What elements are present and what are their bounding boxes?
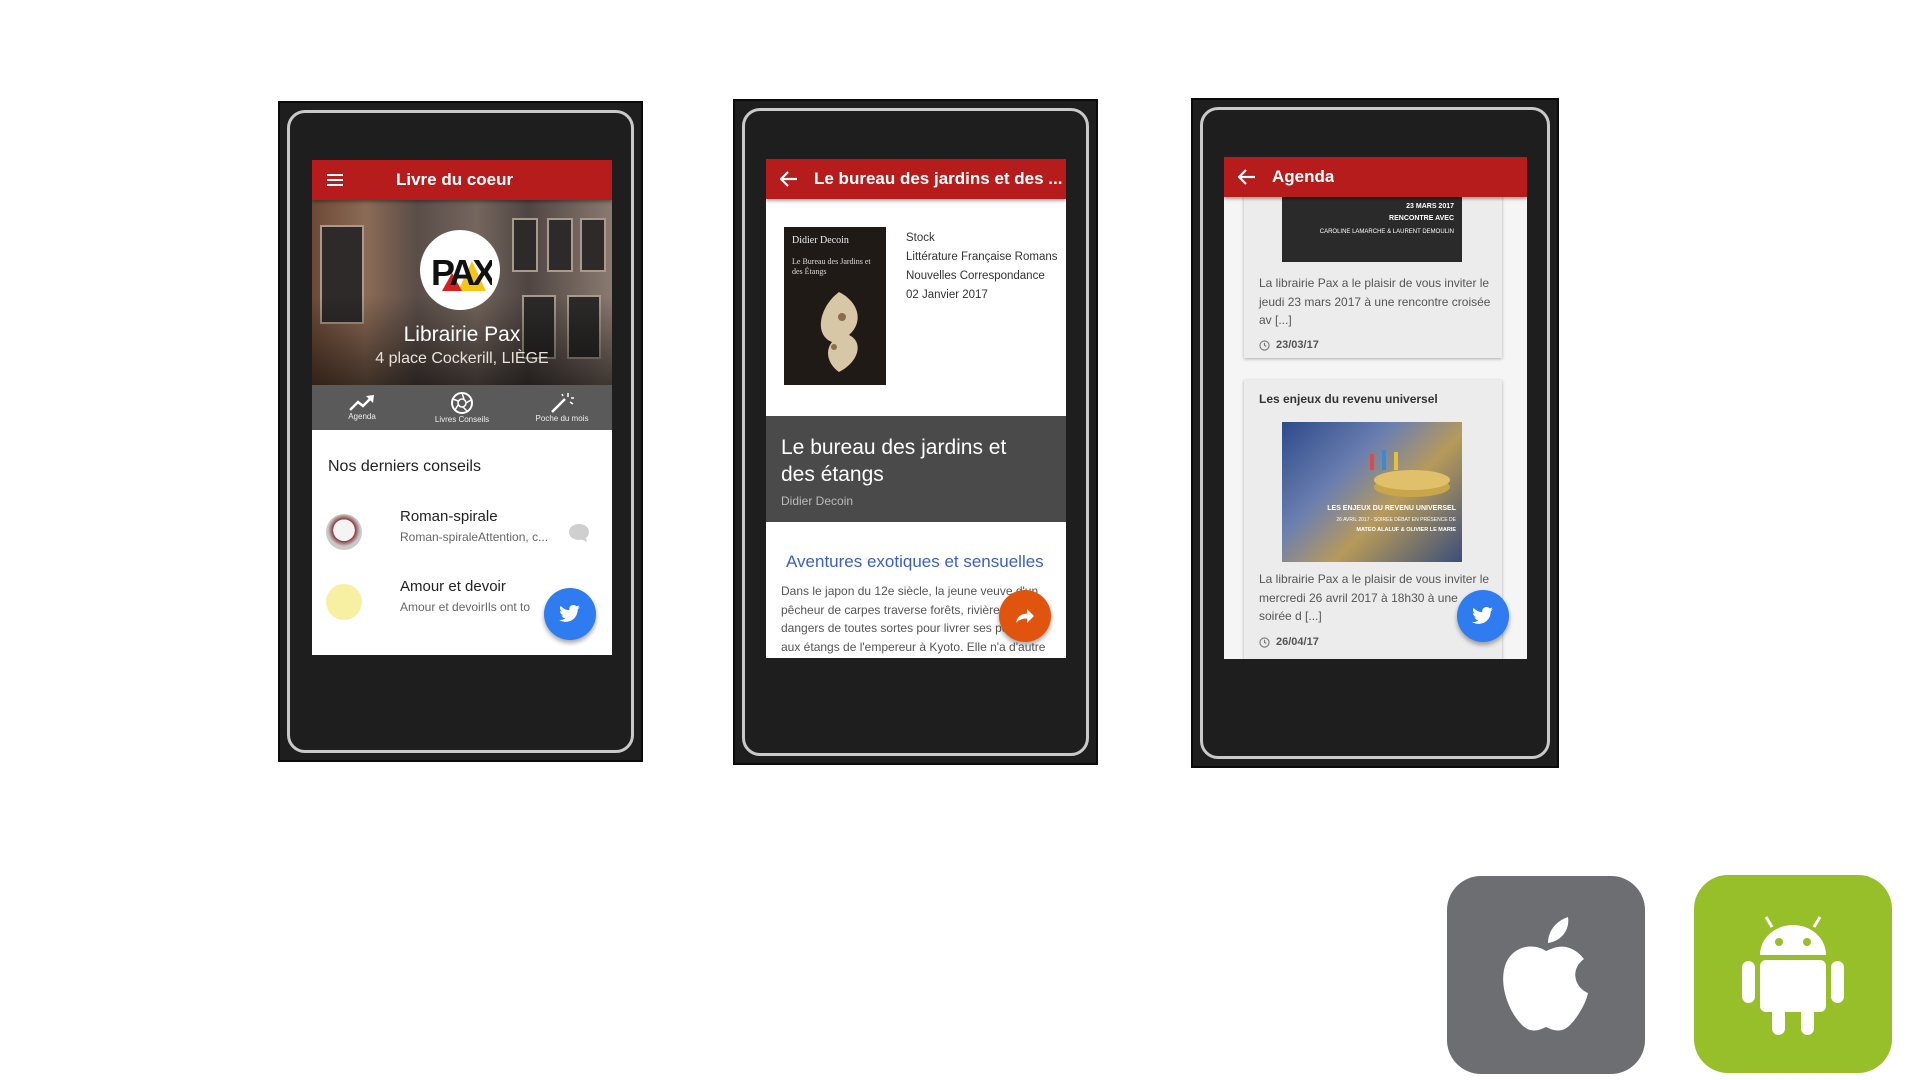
- list-item[interactable]: Roman-spirale Roman-spiraleAttention, c.…: [312, 508, 612, 564]
- tab-label: Poche du mois: [535, 414, 589, 423]
- book-author: Didier Decoin: [781, 494, 854, 508]
- coins-illustration: [1370, 450, 1450, 497]
- tab-label: Agenda: [348, 412, 376, 421]
- app-bar: Agenda: [1224, 157, 1527, 197]
- app-bar: Le bureau des jardins et des ...: [766, 159, 1066, 199]
- poster-line: 26 AVRIL 2017 - SOIRÉE DÉBAT EN PRÉSENCE…: [1336, 517, 1456, 523]
- app-bar-title: Livre du coeur: [396, 170, 514, 189]
- book-title: Le bureau des jardins et des étangs: [781, 436, 1007, 486]
- book-avatar: [326, 514, 362, 550]
- event-poster: 23 MARS 2017 RENCONTRE AVEC CAROLINE LAM…: [1282, 197, 1462, 262]
- phone-mockup-home: Livre du coeur PAX Librairie Pax 4 place…: [278, 101, 643, 762]
- facade-window: [580, 218, 606, 272]
- store-name: Librairie Pax: [403, 323, 521, 346]
- back-arrow-icon[interactable]: [1236, 166, 1258, 188]
- cover-illustration: [820, 292, 858, 372]
- twitter-icon: [559, 605, 580, 622]
- book-avatar: [326, 584, 362, 620]
- back-arrow-icon[interactable]: [778, 168, 800, 190]
- poster-line: LES ENJEUX DU REVENU UNIVERSEL: [1327, 505, 1456, 512]
- book-publisher: Stock: [906, 232, 935, 244]
- phone-screen-home: Livre du coeur PAX Librairie Pax 4 place…: [312, 160, 612, 655]
- android-icon: [1742, 916, 1844, 1035]
- book-title-panel: Le bureau des jardins et des étangs Didi…: [766, 416, 1066, 522]
- poster-line: MATEO ALALUF & OLIVIER LE MARIE: [1356, 527, 1456, 533]
- android-store-badge[interactable]: [1694, 875, 1892, 1073]
- poster-line: RENCONTRE AVEC: [1389, 215, 1454, 222]
- tab-livres-conseils[interactable]: Livres Conseils: [412, 385, 512, 430]
- event-poster: LES ENJEUX DU REVENU UNIVERSEL 26 AVRIL …: [1282, 422, 1462, 562]
- tab-agenda[interactable]: Agenda: [312, 385, 412, 430]
- phone-mockup-book: Le bureau des jardins et des ... Didier …: [733, 99, 1098, 765]
- event-date-text: 23/03/17: [1276, 339, 1319, 351]
- poster-line: 23 MARS 2017: [1406, 203, 1454, 210]
- share-button[interactable]: [999, 590, 1051, 642]
- store-address: 4 place Cockerill, LIÈGE: [375, 350, 549, 367]
- facade-window: [512, 218, 538, 272]
- twitter-share-button[interactable]: [1457, 590, 1509, 642]
- menu-icon[interactable]: [324, 169, 346, 191]
- apple-store-badge[interactable]: [1447, 876, 1645, 1074]
- list-item[interactable]: [312, 650, 612, 655]
- clock-icon: [1259, 339, 1270, 351]
- comment-icon[interactable]: [567, 522, 591, 544]
- book-category: Littérature Française Romans: [906, 251, 1058, 263]
- book-date: 02 Janvier 2017: [906, 289, 988, 301]
- list-item-title: Roman-spirale: [400, 508, 498, 525]
- twitter-icon: [1472, 607, 1493, 624]
- app-bar: Livre du coeur: [312, 160, 612, 200]
- phone-screen-book: Le bureau des jardins et des ... Didier …: [766, 159, 1066, 658]
- logo-text: PAX: [431, 252, 492, 293]
- pax-logo: PAX: [420, 230, 500, 310]
- shortcut-bar: Agenda Livres Conseils Poche du mois: [312, 385, 612, 430]
- share-arrow-icon: [1016, 609, 1034, 623]
- magic-wand-icon: [551, 393, 574, 413]
- apple-icon: [1503, 917, 1588, 1031]
- event-date: 26/04/17: [1259, 636, 1319, 648]
- facade-window: [547, 218, 573, 272]
- book-subcategory: Nouvelles Correspondance: [906, 270, 1045, 282]
- twitter-share-button[interactable]: [544, 588, 596, 640]
- event-date: 23/03/17: [1259, 339, 1319, 351]
- section-title: Nos derniers conseils: [328, 458, 481, 475]
- event-title: Les enjeux du revenu universel: [1259, 392, 1438, 406]
- store-hero-image: PAX Librairie Pax 4 place Cockerill, LIÈ…: [312, 200, 612, 385]
- phone-screen-agenda: Agenda 23 MARS 2017 RENCONTRE AVEC CAROL…: [1224, 157, 1527, 659]
- event-text: La librairie Pax a le plaisir de vous in…: [1259, 276, 1491, 327]
- list-item-subtitle: Amour et devoirIls ont to: [400, 600, 531, 614]
- blurb-title: Aventures exotiques et sensuelles: [786, 552, 1044, 571]
- tab-poche-du-mois[interactable]: Poche du mois: [512, 385, 612, 430]
- poster-line: CAROLINE LAMARCHE & LAURENT DEMOULIN: [1319, 229, 1454, 235]
- app-bar-title: Le bureau des jardins et des ...: [814, 169, 1063, 188]
- book-cover: Didier Decoin Le Bureau des Jardins et d…: [784, 227, 886, 385]
- clock-icon: [1259, 636, 1270, 648]
- list-item-subtitle: Roman-spiraleAttention, c...: [400, 530, 549, 544]
- aperture-icon: [451, 392, 473, 414]
- cover-author: Didier Decoin: [792, 235, 849, 246]
- cover-title: Le Bureau des Jardins et des Étangs: [792, 257, 871, 276]
- list-item-title: Amour et devoir: [400, 578, 506, 595]
- phone-mockup-agenda: Agenda 23 MARS 2017 RENCONTRE AVEC CAROL…: [1191, 98, 1559, 768]
- tab-label: Livres Conseils: [434, 415, 490, 424]
- book-meta: Stock Littérature Française Romans Nouve…: [906, 229, 1057, 305]
- event-date-text: 26/04/17: [1276, 636, 1319, 648]
- app-bar-title: Agenda: [1272, 167, 1335, 186]
- trending-up-icon: [349, 395, 374, 411]
